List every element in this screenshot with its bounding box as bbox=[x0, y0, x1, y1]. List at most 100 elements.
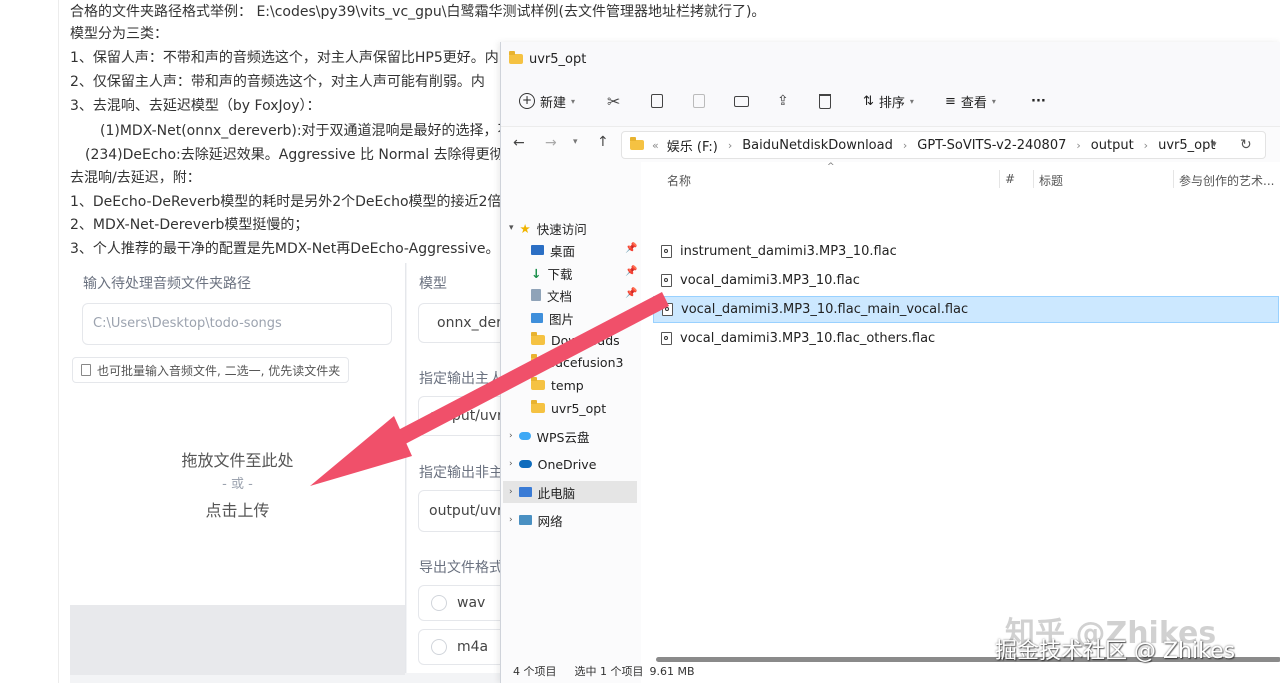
other-output-label: 指定输出非主 bbox=[419, 465, 503, 481]
sidebar-label: uvr5_opt bbox=[551, 400, 607, 416]
sidebar-label: 网络 bbox=[537, 513, 563, 529]
sidebar-network[interactable]: › 网络 bbox=[509, 509, 563, 531]
sidebar-label: 文档 bbox=[547, 288, 573, 304]
file-row-selected[interactable]: vocal_damimi3.MP3_10.flac_main_vocal.fla… bbox=[653, 296, 1279, 323]
breadcrumb-gpt-sovits[interactable]: GPT-SoVITS-v2-240807 bbox=[917, 138, 1066, 153]
column-header-title[interactable]: 标题 bbox=[1039, 172, 1063, 189]
file-drop-zone[interactable]: 拖放文件至此处 - 或 - 点击上传 bbox=[70, 385, 405, 605]
download-icon: ↓ bbox=[531, 265, 542, 281]
pin-icon: 📌 bbox=[625, 243, 638, 254]
window-title: uvr5_opt bbox=[529, 51, 587, 67]
sort-button[interactable]: ⇅ 排序 ▾ bbox=[863, 88, 914, 114]
breadcrumb-separator: › bbox=[727, 138, 733, 152]
picture-icon bbox=[531, 313, 543, 323]
paste-button[interactable] bbox=[693, 88, 705, 114]
address-bar[interactable]: « 娱乐 (F:) › BaiduNetdiskDownload › GPT-S… bbox=[621, 131, 1266, 159]
sidebar-label: 下载 bbox=[547, 266, 573, 282]
sidebar-label: WPS云盘 bbox=[536, 429, 590, 445]
column-divider bbox=[1033, 170, 1034, 188]
column-header-number[interactable]: # bbox=[1005, 172, 1015, 186]
model-label: 模型 bbox=[419, 276, 447, 292]
file-row[interactable]: instrument_damimi3.MP3_10.flac bbox=[653, 238, 1279, 265]
input-folder-label: 输入待处理音频文件夹路径 bbox=[83, 276, 251, 292]
scissors-icon: ✂ bbox=[607, 91, 621, 111]
breadcrumb-separator: › bbox=[902, 138, 908, 152]
doc-line: 3、个人推荐的最干净的配置是先MDX-Net再DeEcho-Aggressive… bbox=[70, 241, 500, 257]
format-radio-wav[interactable]: wav bbox=[418, 585, 508, 621]
sidebar-quick-access[interactable]: ▾ ★ 快速访问 bbox=[509, 217, 587, 239]
back-arrow-icon[interactable]: ← bbox=[513, 135, 525, 151]
share-icon: ⇪ bbox=[777, 93, 789, 109]
sidebar-item-documents[interactable]: 文档 bbox=[531, 284, 572, 306]
share-button[interactable]: ⇪ bbox=[777, 88, 789, 114]
audio-file-icon bbox=[662, 303, 673, 316]
sidebar-label: temp bbox=[551, 377, 584, 393]
breadcrumb-uvr5-opt[interactable]: uvr5_opt bbox=[1158, 138, 1215, 153]
doc-line: 3、去混响、去延迟模型（by FoxJoy）： bbox=[70, 98, 321, 114]
breadcrumb-output[interactable]: output bbox=[1091, 138, 1134, 153]
pin-icon: 📌 bbox=[625, 288, 638, 299]
column-divider bbox=[1173, 170, 1174, 188]
forward-arrow-icon[interactable]: → bbox=[545, 135, 557, 151]
sidebar-onedrive[interactable]: › OneDrive bbox=[509, 453, 596, 475]
audio-file-icon bbox=[661, 332, 672, 345]
sidebar-item-desktop[interactable]: 桌面 bbox=[531, 239, 575, 261]
sidebar-label: 图片 bbox=[549, 311, 575, 327]
sidebar-item-facefusion[interactable]: facefusion3 bbox=[531, 351, 623, 373]
sidebar-item-downloads-cn[interactable]: ↓ 下载 bbox=[531, 262, 573, 284]
sidebar-item-downloads[interactable]: Downloads bbox=[531, 329, 620, 351]
overflow-chevron[interactable]: « bbox=[652, 139, 659, 152]
doc-line: 合格的文件夹路径格式举例： E:\codes\py39\vits_vc_gpu\… bbox=[70, 4, 766, 20]
delete-button[interactable] bbox=[819, 88, 831, 114]
file-row[interactable]: vocal_damimi3.MP3_10.flac bbox=[653, 267, 1279, 294]
format-label: 导出文件格式 bbox=[419, 560, 503, 576]
file-name: instrument_damimi3.MP3_10.flac bbox=[680, 244, 897, 259]
rename-button[interactable] bbox=[734, 88, 749, 114]
format-radio-m4a[interactable]: m4a bbox=[418, 629, 508, 665]
new-button[interactable]: + 新建 ▾ bbox=[519, 88, 575, 114]
more-button[interactable]: ··· bbox=[1031, 88, 1046, 114]
sidebar-item-temp[interactable]: temp bbox=[531, 374, 584, 396]
sort-up-icon: ^ bbox=[827, 162, 835, 172]
sidebar-item-uvr5-opt[interactable]: uvr5_opt bbox=[531, 397, 606, 419]
copy-button[interactable] bbox=[651, 88, 663, 114]
folder-icon bbox=[531, 400, 545, 413]
click-upload-text[interactable]: 点击上传 bbox=[70, 497, 405, 521]
left-margin bbox=[0, 0, 59, 683]
pin-icon: 📌 bbox=[625, 311, 638, 322]
view-button[interactable]: ≡ 查看 ▾ bbox=[945, 88, 996, 114]
sidebar-item-pictures[interactable]: 图片 bbox=[531, 307, 574, 329]
column-header-artist[interactable]: 参与创作的艺术... bbox=[1179, 172, 1274, 189]
input-folder-field[interactable]: C:\Users\Desktop\todo-songs bbox=[82, 303, 392, 345]
refresh-icon[interactable]: ↻ bbox=[1240, 137, 1252, 153]
sidebar-label: 此电脑 bbox=[537, 485, 576, 501]
file-explorer-window: uvr5_opt + 新建 ▾ ✂ ⇪ ⇅ 排序 ▾ ≡ 查看 ▾ ··· ← … bbox=[500, 42, 1280, 683]
onedrive-icon bbox=[518, 460, 532, 468]
radio-dot bbox=[431, 639, 447, 655]
file-name: vocal_damimi3.MP3_10.flac bbox=[680, 273, 860, 288]
recent-dropdown-icon[interactable]: ▾ bbox=[573, 137, 578, 147]
radio-dot bbox=[431, 595, 447, 611]
sidebar-wps-cloud[interactable]: › WPS云盘 bbox=[509, 425, 589, 447]
audio-file-icon bbox=[661, 245, 672, 258]
doc-line: (234)DeEcho:去除延迟效果。Aggressive 比 Normal 去… bbox=[85, 147, 532, 163]
breadcrumb-baidunetdisk[interactable]: BaiduNetdiskDownload bbox=[742, 138, 893, 153]
file-row[interactable]: vocal_damimi3.MP3_10.flac_others.flac bbox=[653, 325, 1279, 352]
breadcrumb-drive[interactable]: 娱乐 (F:) bbox=[667, 136, 718, 155]
batch-hint: 也可批量输入音频文件, 二选一, 优先读文件夹 bbox=[72, 357, 350, 383]
batch-hint-text: 也可批量输入音频文件, 二选一, 优先读文件夹 bbox=[97, 363, 341, 378]
chevron-down-icon: ▾ bbox=[571, 96, 576, 106]
chevron-down-icon: ▾ bbox=[909, 96, 914, 106]
column-header-name[interactable]: 名称 bbox=[667, 172, 691, 189]
copy-icon bbox=[651, 94, 663, 108]
file-icon bbox=[81, 364, 91, 376]
up-arrow-icon[interactable]: ↑ bbox=[597, 134, 609, 150]
cut-button[interactable]: ✂ bbox=[607, 88, 620, 114]
folder-icon bbox=[531, 354, 545, 367]
chevron-down-icon[interactable]: ▾ bbox=[1212, 140, 1217, 150]
sidebar-this-pc[interactable]: › 此电脑 bbox=[503, 481, 637, 503]
sidebar-label: 快速访问 bbox=[536, 221, 587, 237]
view-icon: ≡ bbox=[945, 93, 956, 109]
sidebar-label: 桌面 bbox=[550, 243, 576, 259]
breadcrumb-separator: › bbox=[1143, 138, 1149, 152]
